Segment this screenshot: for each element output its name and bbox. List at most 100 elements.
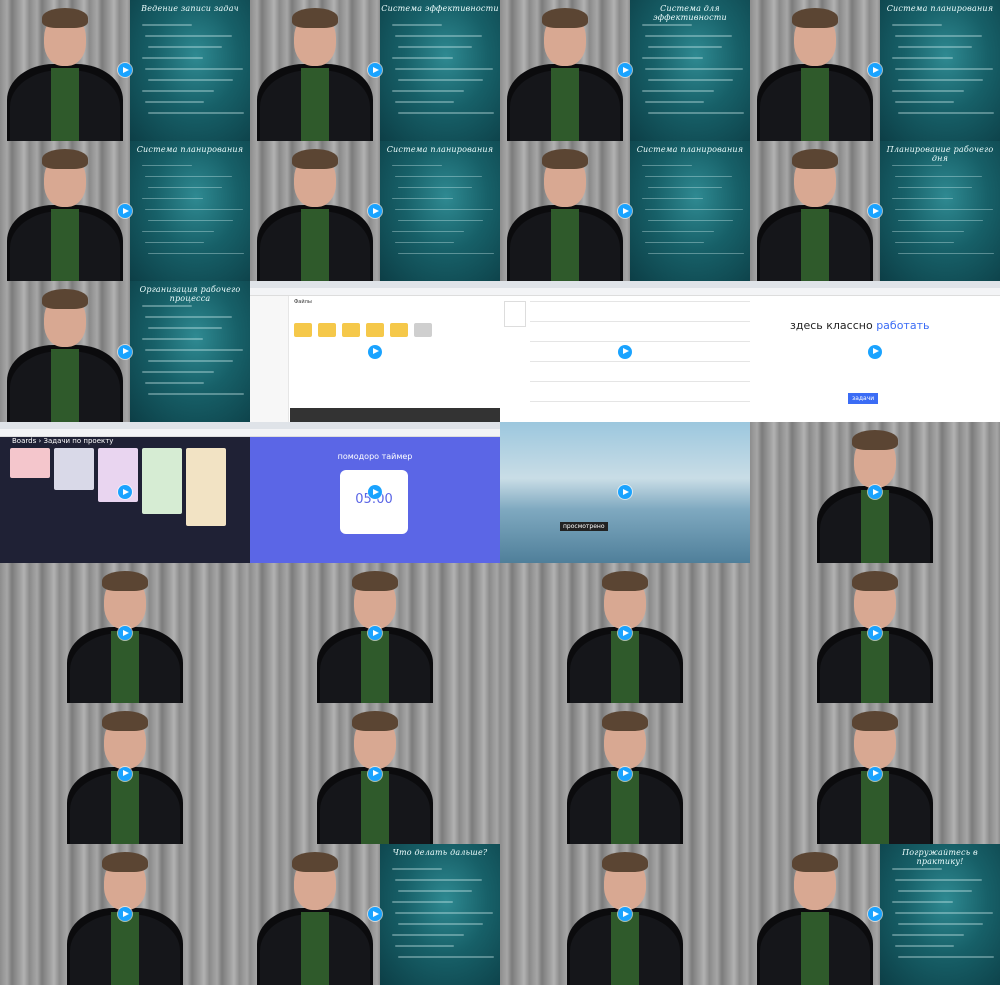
board-text-line (895, 35, 982, 37)
browser-tab-bar[interactable] (250, 281, 500, 289)
play-button[interactable] (618, 626, 632, 641)
board-text-line (895, 241, 954, 244)
thumbnail-1[interactable]: Ведение записи задач (0, 0, 250, 141)
board-text-line (395, 879, 482, 881)
browser-address-bar[interactable] (500, 288, 750, 297)
thumbnail-25[interactable] (0, 844, 250, 985)
board-text-line (148, 79, 233, 81)
thumbnail-21[interactable] (0, 703, 250, 845)
board-text-line (398, 956, 494, 958)
board-text-line (642, 24, 692, 26)
thumbnail-8[interactable]: Планирование рабочего дня (750, 140, 1000, 282)
board-title: Планирование рабочего дня (886, 144, 994, 163)
speaker-frame (250, 844, 380, 985)
thumbnail-15[interactable]: просмотрено (500, 422, 750, 563)
browser-tab-bar[interactable] (750, 281, 1000, 289)
thumbnail-20[interactable] (750, 562, 1000, 704)
kanban-column[interactable] (54, 448, 94, 491)
speaker-frame (250, 0, 380, 141)
board-text-line (392, 164, 442, 167)
folder-icon[interactable] (390, 323, 408, 338)
shirt (301, 68, 329, 141)
board-text-line (145, 35, 232, 37)
chalkboard: Система планирования (130, 140, 250, 282)
thumbnail-28[interactable]: Погружайтесь в практику! (750, 844, 1000, 985)
play-button[interactable] (868, 766, 882, 781)
board-text-line (145, 175, 232, 178)
play-button[interactable] (368, 344, 382, 359)
play-button[interactable] (618, 204, 632, 219)
board-text-line (398, 923, 483, 925)
play-button[interactable] (118, 766, 132, 781)
thumbnail-26[interactable]: Что делать дальше? (250, 844, 500, 985)
kanban-column[interactable] (10, 448, 50, 479)
hair (852, 430, 898, 451)
breadcrumb-root[interactable]: Boards (12, 437, 36, 445)
tasks-button[interactable]: задачи (848, 393, 879, 405)
thumbnail-5[interactable]: Система планирования (0, 140, 250, 282)
thumbnail-22[interactable] (250, 703, 500, 845)
calendar-row-line (530, 301, 750, 303)
folder-icon[interactable] (366, 323, 384, 338)
play-button[interactable] (368, 204, 382, 219)
play-button[interactable] (618, 766, 632, 781)
thumbnail-19[interactable] (500, 562, 750, 704)
thumbnail-16[interactable] (750, 422, 1000, 563)
play-button[interactable] (868, 626, 882, 641)
board-text-line (142, 371, 214, 373)
board-text-line (648, 112, 744, 114)
board-text-line (895, 68, 993, 70)
thumbnail-6[interactable]: Система планирования (250, 140, 500, 282)
thumbnail-11[interactable] (500, 281, 750, 423)
shirt (611, 630, 639, 704)
thumbnail-14[interactable]: помодоро таймер 05:00 (250, 422, 500, 563)
play-button[interactable] (118, 626, 132, 641)
board-text-line (398, 186, 472, 189)
browser-tab-bar[interactable] (500, 281, 750, 289)
shirt (361, 630, 389, 704)
calendar-row-line (530, 361, 750, 363)
browser-address-bar[interactable] (250, 288, 500, 297)
shirt (801, 208, 829, 282)
browser-tab-bar[interactable] (250, 422, 500, 430)
thumbnail-9[interactable]: Организация рабочего процесса (0, 281, 250, 423)
play-button[interactable] (368, 766, 382, 781)
folder-icon[interactable] (342, 323, 360, 338)
board-text-line (392, 24, 442, 26)
thumbnail-13[interactable]: Boards › Задачи по проекту (0, 422, 250, 563)
thumbnail-17[interactable] (0, 562, 250, 704)
thumbnail-7[interactable]: Система планирования (500, 140, 750, 282)
browser-address-bar[interactable] (250, 429, 500, 438)
thumbnail-23[interactable] (500, 703, 750, 845)
play-button[interactable] (618, 344, 632, 359)
play-button[interactable] (868, 344, 882, 359)
kanban-column[interactable] (186, 448, 226, 527)
thumbnail-2[interactable]: Система эффективности (250, 0, 500, 141)
play-button[interactable] (868, 204, 882, 219)
speaker-frame (750, 0, 880, 141)
thumbnail-27[interactable] (500, 844, 750, 985)
thumbnail-12[interactable]: здесь классно работать задачи (750, 281, 1000, 423)
thumbnail-4[interactable]: Система планирования (750, 0, 1000, 141)
thumbnail-3[interactable]: Система для эффективности (500, 0, 750, 141)
board-text-line (898, 79, 983, 81)
shirt (111, 630, 139, 704)
browser-address-bar[interactable] (750, 288, 1000, 297)
board-text-line (398, 46, 472, 48)
kanban-column[interactable] (142, 448, 182, 515)
thumbnail-18[interactable] (250, 562, 500, 704)
browser-address-bar[interactable] (0, 429, 250, 438)
play-button[interactable] (118, 204, 132, 219)
play-button[interactable] (368, 626, 382, 641)
trash-icon[interactable] (414, 323, 432, 338)
thumbnail-24[interactable] (750, 703, 1000, 845)
play-button[interactable] (118, 344, 132, 359)
browser-tab-bar[interactable] (0, 422, 250, 430)
board-text-line (148, 393, 244, 395)
folder-icon[interactable] (318, 323, 336, 338)
thumbnail-10[interactable]: Файлы (250, 281, 500, 423)
board-text-line (895, 175, 982, 178)
shirt (611, 912, 639, 985)
folder-icon[interactable] (294, 323, 312, 338)
board-title: Система эффективности (381, 4, 499, 13)
